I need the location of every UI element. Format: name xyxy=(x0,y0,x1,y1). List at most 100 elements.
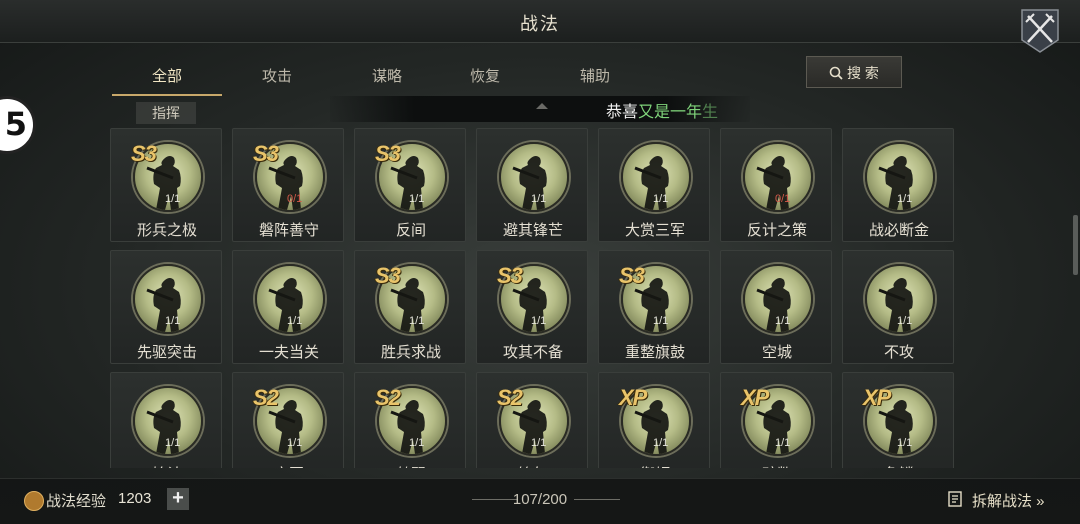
grade-badge: S2 xyxy=(253,385,279,410)
tactic-card[interactable]: S3 1/1 形兵之极 xyxy=(110,128,222,242)
tactic-name: 鱼鳞 xyxy=(843,463,955,468)
grade-badge: S3 xyxy=(131,141,157,166)
tactic-name: 形兵之极 xyxy=(136,222,197,239)
tactic-card[interactable]: 1/1 先驱突击 xyxy=(110,250,222,364)
tactic-count: 1/1 xyxy=(287,315,303,327)
tactic-exp-icon xyxy=(24,491,44,511)
tactic-card[interactable]: XP 1/1 鱼鳞 xyxy=(842,372,954,468)
avatar-number: 5 xyxy=(4,105,27,143)
search-label: 搜 索 xyxy=(847,65,879,81)
tab-recovery[interactable]: 恢复 xyxy=(430,62,540,94)
banner-arrow-icon xyxy=(536,103,548,109)
tactic-count: 1/1 xyxy=(775,315,791,327)
banner-text-b: 又是一年 xyxy=(638,104,703,121)
tactic-count: 1/1 xyxy=(653,193,669,205)
tab-command[interactable]: 指挥 xyxy=(136,102,196,124)
crossed-swords-close-icon xyxy=(1021,9,1059,53)
tactic-name: 大赏三军 xyxy=(624,222,685,239)
grade-badge: S2 xyxy=(497,385,523,410)
tactic-card[interactable]: 1/1 始计 xyxy=(110,372,222,468)
grade-badge: S2 xyxy=(375,385,401,410)
tactic-count: 1/1 xyxy=(653,437,669,449)
tactic-card[interactable]: S2 1/1 鹤翼 xyxy=(354,372,466,468)
tactic-count: 0/1 xyxy=(287,193,303,205)
tactic-name: 攻其不备 xyxy=(502,344,563,361)
banner-text: 恭喜又是一年生 xyxy=(606,98,718,122)
tactic-name: 空城 xyxy=(761,344,792,361)
tactic-name: 重整旗鼓 xyxy=(624,344,685,361)
tab-all[interactable]: 全部 xyxy=(112,62,222,96)
tactic-name: 不攻 xyxy=(883,344,914,361)
announcement-banner: 恭喜又是一年生 xyxy=(330,96,750,122)
grade-badge: S3 xyxy=(619,263,645,288)
tactic-grid: S3 1/1 形兵之极 S3 0/1 磐阵善守 S3 1/1 反间 1/1 避其锋芒 1/1 大赏三军 0… xyxy=(110,128,956,468)
close-button[interactable] xyxy=(1018,6,1062,54)
page-title: 战法 xyxy=(520,14,560,34)
tactic-count: 1/1 xyxy=(165,193,181,205)
search-button[interactable]: 搜 索 xyxy=(806,56,902,88)
tactic-name: 始计 xyxy=(111,463,223,468)
banner-text-c: 生 xyxy=(702,104,719,121)
tactic-count: 0/1 xyxy=(775,193,791,205)
tactic-card[interactable]: S3 1/1 反间 xyxy=(354,128,466,242)
tactic-name: 磐阵善守 xyxy=(258,222,319,239)
tactic-card[interactable]: 0/1 反计之策 xyxy=(720,128,832,242)
partial-avatar[interactable]: 5 xyxy=(0,96,36,154)
tactic-card[interactable]: S2 1/1 方圆 xyxy=(232,372,344,468)
search-icon xyxy=(829,66,843,80)
tactic-count: 1/1 xyxy=(165,315,181,327)
tactic-name: 反计之策 xyxy=(746,222,807,239)
tactic-name: 衡轭 xyxy=(599,463,711,468)
exp-value: 1203 xyxy=(118,490,152,507)
tactic-count: 1/1 xyxy=(409,437,425,449)
tactic-card[interactable]: 1/1 不攻 xyxy=(842,250,954,364)
grade-badge: S3 xyxy=(375,141,401,166)
tactic-name: 一夫当关 xyxy=(258,344,319,361)
tactic-name: 锋矢 xyxy=(477,463,589,468)
divider-right xyxy=(574,499,620,500)
tab-strategy[interactable]: 谋略 xyxy=(332,62,442,94)
tactic-count: 1/1 xyxy=(409,315,425,327)
dismantle-tactics-button[interactable]: 拆解战法 » xyxy=(972,490,1045,511)
tactic-card[interactable]: S3 1/1 重整旗鼓 xyxy=(598,250,710,364)
tactic-card[interactable]: XP 1/1 疏数 xyxy=(720,372,832,468)
tactic-card[interactable]: 1/1 一夫当关 xyxy=(232,250,344,364)
add-exp-button[interactable]: + xyxy=(167,488,189,510)
tab-attack[interactable]: 攻击 xyxy=(222,62,332,94)
grade-badge: XP xyxy=(741,385,769,410)
tactic-card[interactable]: S3 0/1 磐阵善守 xyxy=(232,128,344,242)
tactic-count: 1/1 xyxy=(897,315,913,327)
tactic-name: 鹤翼 xyxy=(355,463,467,468)
tactic-card[interactable]: 1/1 战必断金 xyxy=(842,128,954,242)
tactic-card[interactable]: S3 1/1 攻其不备 xyxy=(476,250,588,364)
tactic-count: 1/1 xyxy=(653,315,669,327)
tactic-name: 避其锋芒 xyxy=(502,222,563,239)
tactic-card[interactable]: S2 1/1 锋矢 xyxy=(476,372,588,468)
exp-label: 战法经验 xyxy=(46,493,107,510)
list-icon xyxy=(947,490,965,513)
tactic-count: 1/1 xyxy=(531,437,547,449)
tactic-name: 胜兵求战 xyxy=(380,344,441,361)
tactic-count: 1/1 xyxy=(531,315,547,327)
tactic-count: 1/1 xyxy=(165,437,181,449)
tactic-card[interactable]: 1/1 大赏三军 xyxy=(598,128,710,242)
tactic-card[interactable]: XP 1/1 衡轭 xyxy=(598,372,710,468)
tactic-name: 疏数 xyxy=(721,463,833,468)
tactic-count: 1/1 xyxy=(409,193,425,205)
tactic-count: 1/1 xyxy=(897,193,913,205)
grade-badge: S3 xyxy=(375,263,401,288)
tactic-card[interactable]: 1/1 空城 xyxy=(720,250,832,364)
tab-support[interactable]: 辅助 xyxy=(540,62,650,94)
tactic-count: 1/1 xyxy=(531,193,547,205)
grade-badge: XP xyxy=(619,385,647,410)
tactic-card[interactable]: 1/1 避其锋芒 xyxy=(476,128,588,242)
tactic-name: 先驱突击 xyxy=(136,344,197,361)
tactic-count: 1/1 xyxy=(287,437,303,449)
grade-badge: S3 xyxy=(497,263,523,288)
scrollbar[interactable] xyxy=(1073,215,1078,275)
tactic-count: 1/1 xyxy=(775,437,791,449)
tactic-name: 方圆 xyxy=(233,463,345,468)
tactic-card[interactable]: S3 1/1 胜兵求战 xyxy=(354,250,466,364)
tactic-name: 战必断金 xyxy=(868,222,929,239)
grade-badge: S3 xyxy=(253,141,279,166)
